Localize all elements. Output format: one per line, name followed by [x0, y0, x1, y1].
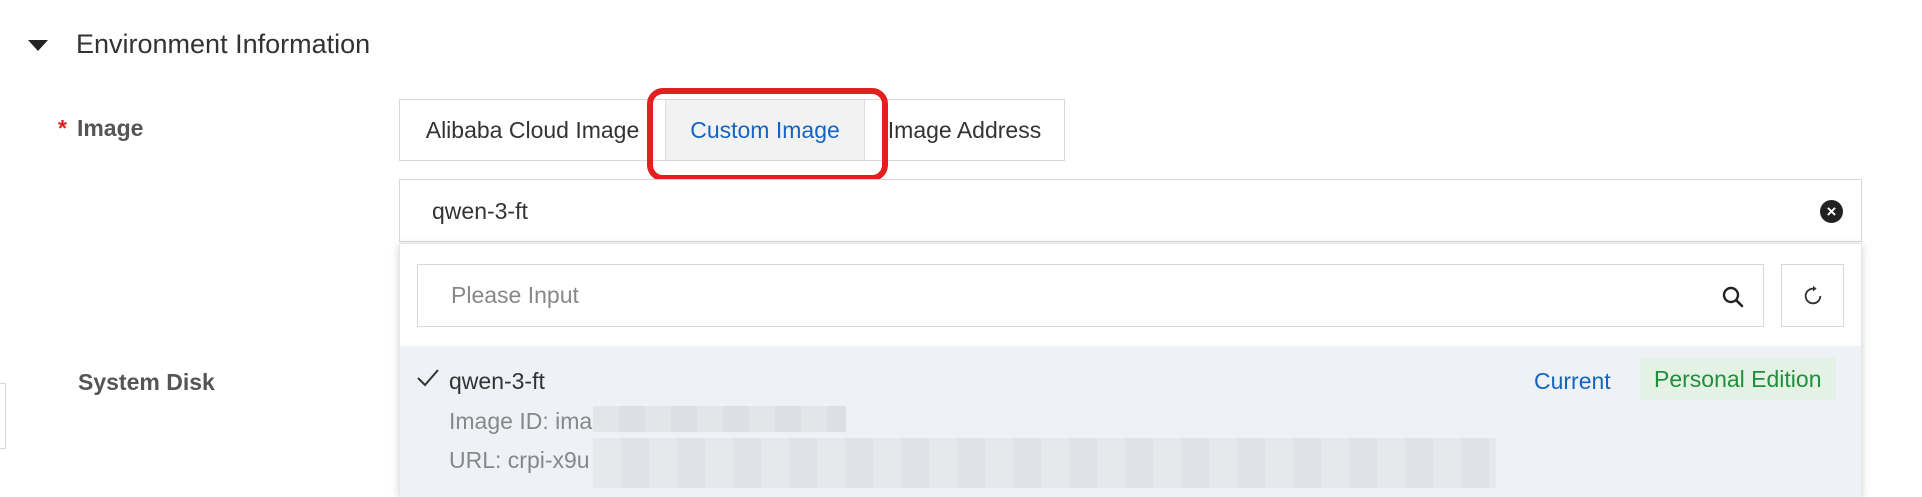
option-url: URL: crpi-x9u [449, 447, 590, 473]
edition-badge: Personal Edition [1640, 358, 1836, 400]
image-select-value: qwen-3-ft [432, 198, 528, 224]
section-title: Environment Information [76, 28, 371, 59]
list-item[interactable]: qwen-3-ft Image ID: ima URL: crpi-x9u Cu… [400, 346, 1861, 497]
refresh-icon [1804, 285, 1821, 304]
tab-image-address[interactable]: Image Address [865, 100, 1064, 160]
close-circle-icon[interactable]: × [1820, 200, 1843, 223]
image-dropdown: qwen-3-ft Image ID: ima URL: crpi-x9u Cu… [399, 243, 1862, 497]
search-icon[interactable] [1721, 285, 1745, 309]
dropdown-search [417, 264, 1764, 327]
tab-custom-image[interactable]: Custom Image [665, 100, 865, 160]
image-label-text: Image [76, 115, 144, 141]
caret-down-icon[interactable] [28, 39, 48, 51]
option-name: qwen-3-ft [449, 368, 545, 394]
redacted-region [593, 406, 846, 432]
current-badge: Current [1534, 368, 1611, 394]
check-icon [417, 369, 439, 387]
tab-alibaba-cloud-image[interactable]: Alibaba Cloud Image [400, 100, 665, 160]
image-field-label: * Image [58, 115, 143, 142]
left-panel-edge [0, 383, 6, 449]
required-mark: * [58, 115, 67, 141]
image-select[interactable]: qwen-3-ft × [399, 179, 1862, 242]
option-image-id: Image ID: ima [449, 408, 593, 434]
refresh-button[interactable] [1781, 264, 1844, 327]
section-header[interactable]: Environment Information [28, 22, 370, 66]
redacted-region [593, 438, 1496, 488]
search-input[interactable] [418, 265, 1763, 326]
system-disk-label: System Disk [78, 369, 215, 395]
image-source-tabs: Alibaba Cloud Image Custom Image Image A… [399, 99, 1065, 161]
